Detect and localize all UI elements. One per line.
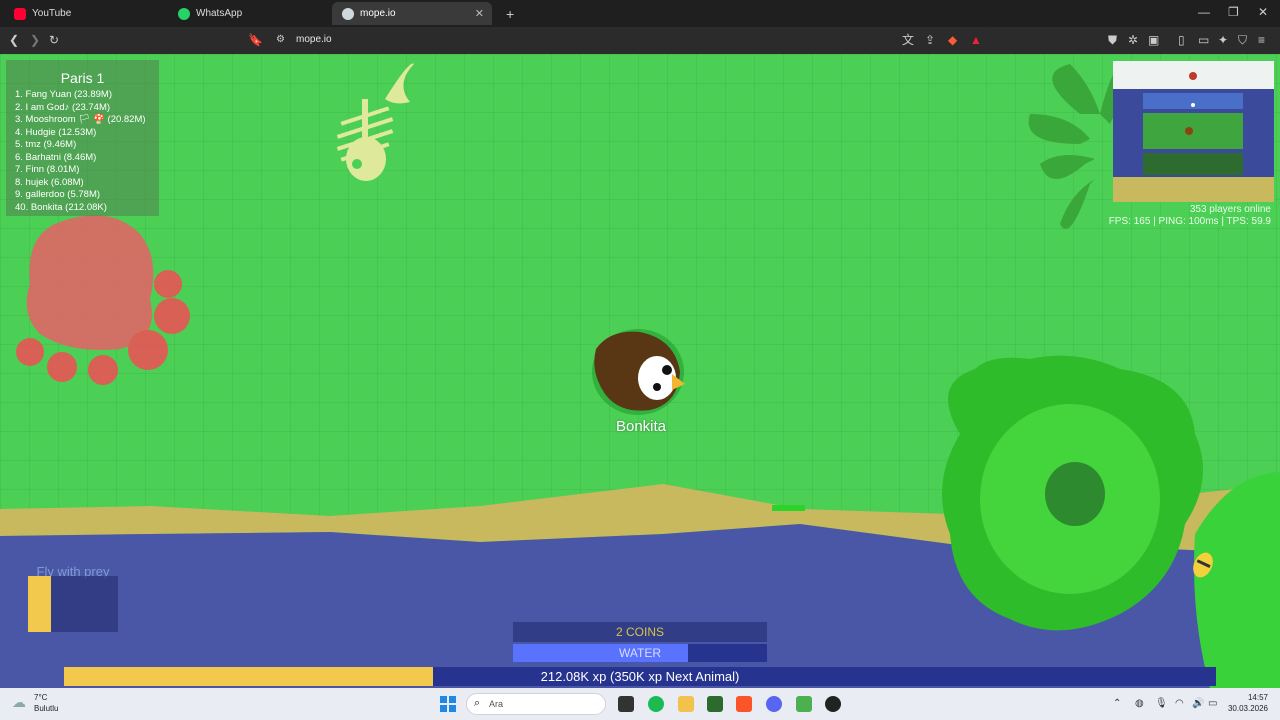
leaderboard-row: 5. tmz (9.46M) [15,139,77,150]
tab-youtube[interactable]: YouTube [4,2,164,25]
brave-rewards-icon[interactable]: ▲ [970,33,982,47]
back-icon[interactable]: ❮ [9,33,19,47]
server-stats: 353 players online FPS: 165 | PING: 100m… [1109,204,1271,228]
leo-icon[interactable]: ✦ [1218,33,1228,47]
file-explorer-icon[interactable] [678,696,694,712]
ability-cooldown-bar [28,576,52,632]
browser-toolbar: ❮ ❯ ↻ 🔖 ⚙ mope.io 文 ⇪ ◆ ▲ ⛊ ✲ ▣ ▯ ▭ ✦ ⛉ … [0,27,1280,54]
restore-icon[interactable]: ❐ [1228,5,1239,19]
leaderboard-row: 3. Mooshroom 🏳 🍄 (20.82M) [15,114,146,125]
taskbar: ☁ 7°C Bulutlu ⌕ Ara ⌃ ◍ 🎙 ◠ 🔊 ▭ 14:57 30… [0,688,1280,720]
spotify-icon[interactable] [648,696,664,712]
system-clock[interactable]: 14:57 30.03.2026 [1228,692,1268,714]
performance-readout: FPS: 165 | PING: 100ms | TPS: 59.9 [1108,216,1271,227]
xp-bar-fill [64,667,433,686]
players-online: 353 players online [1189,204,1271,215]
leaderboard-row: 2. I am God♪ (23.74M) [15,101,111,113]
xp-bar: 212.08K xp (350K xp Next Animal) [64,667,1216,686]
coins-counter: 2 COINS [513,622,767,642]
minimap [1113,61,1274,202]
player-name-label: Bonkita [615,418,667,435]
clock-time: 14:57 [1247,693,1268,702]
leaderboard-row-self: 40. Bonkita (212.08K) [15,201,107,213]
water-bar: WATER [513,644,767,662]
game-canvas[interactable]: Paris 1 1. Fang Yuan (23.89M) 2. I am Go… [0,54,1280,688]
share-icon[interactable]: ⇪ [925,33,935,47]
ability-button[interactable] [28,576,118,632]
mope-icon [342,7,354,20]
tabs-icon[interactable]: ▭ [1198,33,1209,47]
taskbar-search[interactable]: ⌕ Ara [466,693,606,715]
app-icon[interactable] [825,696,841,712]
brave-shields-icon[interactable]: ◆ [948,33,957,47]
sidebar-icon[interactable]: ▯ [1178,33,1185,47]
tab-mope[interactable]: mope.io ✕ [332,2,492,25]
close-window-icon[interactable]: ✕ [1258,5,1268,19]
vpn-icon[interactable]: ⛊ [1108,33,1117,47]
leaderboard-row: 1. Fang Yuan (23.89M) [15,89,112,100]
small-health-bar [772,505,805,511]
tray-network-app-icon[interactable]: ◍ [1135,698,1144,709]
discord-icon[interactable] [766,696,782,712]
weather-icon[interactable]: ☁ [12,694,26,711]
tab-label: YouTube [32,8,72,19]
brave-icon[interactable] [736,696,752,712]
tab-whatsapp[interactable]: WhatsApp [168,2,328,25]
search-placeholder: Ara [489,699,504,709]
battery-icon[interactable]: ▭ [1208,698,1217,709]
translate-icon[interactable]: 文 [902,33,914,47]
tab-label: WhatsApp [196,8,243,19]
leaderboard-row: 4. Hudgie (12.53M) [15,126,97,138]
tab-label: mope.io [360,8,396,19]
water-bar-fill [513,644,689,662]
wifi-icon[interactable]: ◠ [1175,698,1184,709]
url-text: mope.io [296,34,332,45]
address-bar[interactable]: ⚙ mope.io [270,30,990,51]
palm-tree [1028,64,1122,229]
tray-chevron-icon[interactable]: ⌃ [1113,698,1121,709]
extensions-icon[interactable]: ✲ [1128,33,1138,47]
leaderboard-row: 8. hujek (6.08M) [15,176,84,188]
reload-icon[interactable]: ↻ [49,33,59,47]
forward-icon[interactable]: ❯ [30,33,40,47]
bookmark-icon[interactable]: 🔖 [248,33,263,47]
new-tab-button[interactable]: + [496,2,520,25]
search-icon: ⌕ [474,697,481,709]
player-bird [592,329,685,415]
vim-icon[interactable] [707,696,723,712]
server-name: Paris 1 [60,70,105,86]
microphone-icon[interactable]: 🎙 [1155,698,1168,709]
water-label: WATER [619,646,661,660]
leaderboard: Paris 1 1. Fang Yuan (23.89M) 2. I am Go… [6,60,159,216]
shield-icon[interactable]: ⛉ [1238,33,1247,47]
minimize-icon[interactable]: — [1198,5,1210,19]
youtube-icon [14,7,26,20]
weather-temp: 7°C [34,693,48,702]
wallet-icon[interactable]: ▣ [1148,33,1159,47]
whatsapp-icon [178,7,190,20]
close-tab-icon[interactable]: ✕ [475,7,484,20]
berry-bush [16,215,190,385]
utorrent-icon[interactable] [796,696,812,712]
site-info-icon[interactable]: ⚙ [276,33,285,47]
leaderboard-row: 6. Barhatni (8.46M) [15,151,97,163]
clock-date: 30.03.2026 [1227,704,1268,713]
leaderboard-row: 7. Finn (8.01M) [15,164,80,175]
menu-icon[interactable]: ≡ [1258,33,1265,47]
game-world [0,63,1280,688]
windows-start-icon[interactable] [440,696,456,712]
xp-label: 212.08K xp (350K xp Next Animal) [540,669,740,684]
browser-tab-bar: YouTube WhatsApp mope.io ✕ + — ❐ ✕ [0,0,1280,27]
task-view-icon[interactable] [618,696,634,712]
volume-icon[interactable]: 🔊 [1192,698,1204,709]
weather-desc: Bulutlu [34,704,59,713]
fish-skeleton [336,63,414,181]
leaderboard-row: 9. gallerdoo (5.78M) [15,189,101,200]
